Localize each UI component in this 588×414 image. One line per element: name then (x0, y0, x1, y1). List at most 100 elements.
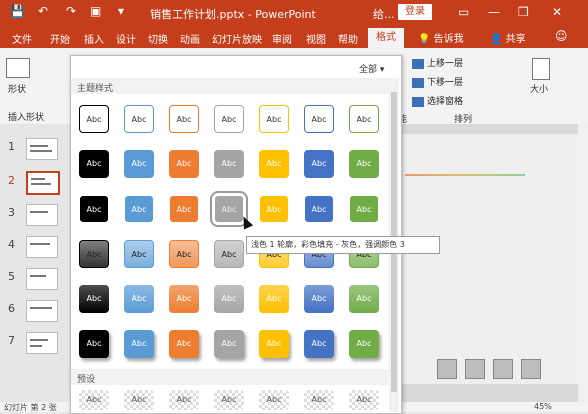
redo-icon[interactable]: ↷ (66, 4, 76, 18)
slide-thumbnail-5[interactable] (26, 268, 58, 290)
nav-first-icon[interactable] (493, 359, 513, 379)
shape-style-swatch[interactable]: Abc (304, 285, 334, 313)
bring-forward-icon (412, 58, 424, 69)
shape-style-swatch[interactable]: Abc (259, 150, 289, 178)
slide-thumbnail-7[interactable] (26, 332, 58, 354)
feedback-smile-icon[interactable]: ☺ (555, 29, 568, 43)
section-header-bg (71, 78, 391, 94)
shape-style-swatch[interactable]: Abc (169, 330, 199, 358)
shape-style-swatch[interactable]: Abc (304, 195, 334, 223)
current-slide[interactable] (395, 134, 580, 384)
nav-prev-icon[interactable] (437, 359, 457, 379)
tell-me[interactable]: 💡 告诉我 (418, 30, 464, 45)
slide-thumbnail-4[interactable] (26, 236, 58, 258)
shape-style-swatch[interactable]: Abc (169, 105, 199, 133)
size-label[interactable]: 大小 (530, 82, 548, 95)
zoom-level[interactable]: 45% (534, 402, 552, 411)
shape-style-swatch[interactable]: Abc (214, 150, 244, 178)
shape-style-swatch[interactable]: Abc (304, 150, 334, 178)
preset-style-swatch[interactable]: Abc (124, 390, 154, 410)
tab-transitions[interactable]: 切换 (148, 31, 168, 46)
tab-animations[interactable]: 动画 (180, 31, 200, 46)
shape-style-swatch[interactable]: Abc (79, 105, 109, 133)
shape-style-swatch[interactable]: Abc (79, 330, 109, 358)
slide-thumbnail-6[interactable] (26, 300, 58, 322)
shape-style-swatch[interactable]: Abc (214, 285, 244, 313)
tab-slideshow[interactable]: 幻灯片放映 (212, 31, 262, 46)
shapes-icon[interactable] (6, 58, 30, 78)
user-name[interactable]: 给... (373, 6, 395, 22)
share-button[interactable]: 👤 共享 (490, 30, 526, 45)
shape-styles-gallery: 全部 ▾ 主题样式 Abc Abc Abc Abc Abc Abc Abc Abc Abc Abc… (70, 55, 402, 414)
shape-style-swatch[interactable]: Abc (79, 150, 109, 178)
shape-style-swatch[interactable]: Abc (349, 195, 379, 223)
shape-style-swatch[interactable]: Abc (79, 195, 109, 223)
undo-icon[interactable]: ↶ (38, 4, 48, 18)
preset-style-swatch[interactable]: Abc (79, 390, 109, 410)
shape-style-swatch[interactable]: Abc (79, 240, 109, 268)
preset-style-swatch[interactable]: Abc (169, 390, 199, 410)
shape-style-swatch[interactable]: Abc (124, 240, 154, 268)
shape-style-swatch[interactable]: Abc (349, 285, 379, 313)
nav-next-icon[interactable] (465, 359, 485, 379)
shape-style-swatch[interactable]: Abc (349, 105, 379, 133)
slide-thumbnail-2[interactable] (26, 171, 60, 195)
tab-insert[interactable]: 插入 (84, 31, 104, 46)
nav-last-icon[interactable] (521, 359, 541, 379)
send-backward-button[interactable]: 下移一层 (412, 75, 463, 88)
tab-help[interactable]: 帮助 (338, 31, 358, 46)
slide-thumbnail-3[interactable] (26, 204, 58, 226)
preset-style-swatch[interactable]: Abc (214, 390, 244, 410)
shape-style-swatch[interactable]: Abc (169, 285, 199, 313)
login-button[interactable]: 登录 (398, 4, 432, 20)
shape-style-swatch[interactable]: Abc (259, 105, 289, 133)
tab-view[interactable]: 视图 (306, 31, 326, 46)
shape-style-swatch[interactable]: Abc (79, 285, 109, 313)
shape-style-swatch[interactable]: Abc (124, 150, 154, 178)
shape-style-swatch[interactable]: Abc (214, 105, 244, 133)
tab-home[interactable]: 开始 (50, 31, 70, 46)
slide-info: 幻灯片 第 2 张 (4, 403, 57, 412)
tab-review[interactable]: 审阅 (272, 31, 292, 46)
theme-styles-header: 主题样式 (77, 84, 114, 94)
shape-style-swatch[interactable]: Abc (304, 330, 334, 358)
ribbon-display-icon[interactable]: ▭ (458, 5, 469, 19)
tab-design[interactable]: 设计 (116, 31, 136, 46)
slide-thumbnail-1[interactable] (26, 138, 58, 160)
shape-style-swatch[interactable]: Abc (169, 240, 199, 268)
close-icon[interactable]: ✕ (552, 5, 562, 19)
bring-forward-button[interactable]: 上移一层 (412, 56, 463, 69)
shape-style-swatch[interactable]: Abc (259, 285, 289, 313)
shape-style-swatch[interactable]: Abc (124, 105, 154, 133)
shape-style-swatch[interactable]: Abc (214, 240, 244, 268)
preset-style-swatch[interactable]: Abc (304, 390, 334, 410)
shape-style-swatch[interactable]: Abc (349, 150, 379, 178)
tab-file[interactable]: 文件 (12, 31, 32, 46)
shape-style-swatch[interactable]: Abc (169, 150, 199, 178)
start-from-beginning-icon[interactable]: ▣ (90, 4, 101, 18)
shapes-label[interactable]: 形状 (8, 82, 26, 95)
shape-style-swatch[interactable]: Abc (124, 285, 154, 313)
title-bar: 💾 ↶ ↷ ▣ ▾ 销售工作计划.pptx - PowerPoint 给... … (0, 0, 588, 26)
shape-style-swatch[interactable]: Abc (214, 330, 244, 358)
shape-style-swatch[interactable]: Abc (349, 330, 379, 358)
shape-style-swatch[interactable]: Abc (124, 195, 154, 223)
shape-style-swatch[interactable]: Abc (124, 330, 154, 358)
shape-style-swatch[interactable]: Abc (259, 330, 289, 358)
preset-style-swatch[interactable]: Abc (349, 390, 379, 410)
customize-qat-icon[interactable]: ▾ (118, 4, 124, 18)
gallery-filter-dropdown[interactable]: 全部 ▾ (359, 62, 384, 75)
shape-style-swatch[interactable]: Abc (304, 105, 334, 133)
send-backward-icon (412, 77, 424, 88)
vertical-scrollbar[interactable] (578, 124, 588, 402)
size-icon[interactable] (532, 58, 550, 80)
shape-style-swatch[interactable]: Abc (169, 195, 199, 223)
save-icon[interactable]: 💾 (10, 4, 25, 18)
preset-style-swatch[interactable]: Abc (259, 390, 289, 410)
tab-format[interactable]: 格式 (368, 28, 404, 48)
minimize-icon[interactable]: — (488, 5, 500, 19)
presets-header: 预设 (77, 375, 96, 385)
shape-style-swatch[interactable]: Abc (259, 195, 289, 223)
restore-icon[interactable]: ❐ (518, 5, 529, 19)
selection-pane-button[interactable]: 选择窗格 (412, 94, 463, 107)
